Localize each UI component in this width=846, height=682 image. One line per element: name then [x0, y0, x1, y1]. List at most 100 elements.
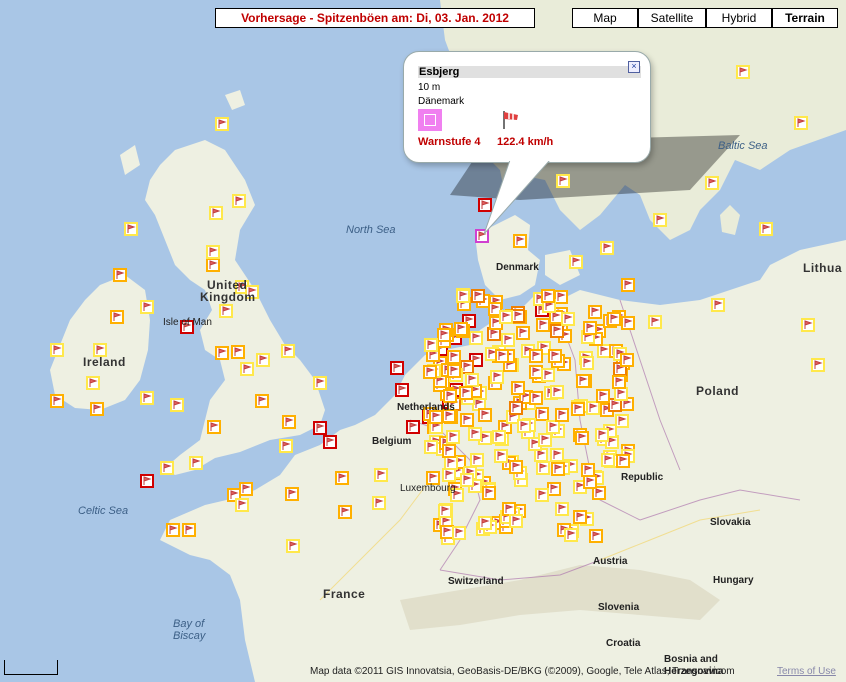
map-type-hybrid-button[interactable]: Hybrid — [706, 8, 772, 28]
station-marker[interactable] — [569, 255, 583, 269]
station-marker[interactable] — [653, 213, 667, 227]
station-marker[interactable] — [338, 505, 352, 519]
station-marker[interactable] — [571, 402, 585, 416]
station-marker[interactable] — [86, 376, 100, 390]
station-marker[interactable] — [494, 449, 508, 463]
station-marker[interactable] — [620, 353, 634, 367]
station-marker[interactable] — [478, 408, 492, 422]
station-marker[interactable] — [621, 278, 635, 292]
station-marker[interactable] — [589, 529, 603, 543]
station-marker[interactable] — [282, 415, 296, 429]
map-type-terrain-button[interactable]: Terrain — [772, 8, 838, 28]
station-marker[interactable] — [281, 344, 295, 358]
station-marker[interactable] — [215, 346, 229, 360]
station-marker[interactable] — [395, 383, 409, 397]
station-marker[interactable] — [711, 298, 725, 312]
station-marker[interactable] — [614, 387, 628, 401]
station-marker[interactable] — [759, 222, 773, 236]
station-marker[interactable] — [468, 427, 482, 441]
station-marker[interactable] — [581, 463, 595, 477]
station-marker[interactable] — [374, 468, 388, 482]
station-marker[interactable] — [465, 373, 479, 387]
station-marker[interactable] — [442, 444, 456, 458]
station-marker[interactable] — [595, 428, 609, 442]
station-marker[interactable] — [575, 431, 589, 445]
station-marker[interactable] — [423, 365, 437, 379]
station-marker[interactable] — [586, 401, 600, 415]
station-marker[interactable] — [456, 289, 470, 303]
station-marker[interactable] — [452, 526, 466, 540]
station-marker[interactable] — [390, 361, 404, 375]
station-marker[interactable] — [478, 516, 492, 530]
station-marker[interactable] — [576, 374, 590, 388]
station-marker[interactable] — [516, 326, 530, 340]
station-marker[interactable] — [501, 333, 515, 347]
station-marker[interactable] — [446, 430, 460, 444]
station-marker[interactable] — [447, 350, 461, 364]
station-marker[interactable] — [547, 482, 561, 496]
station-marker[interactable] — [286, 539, 300, 553]
station-marker[interactable] — [424, 338, 438, 352]
station-marker[interactable] — [285, 487, 299, 501]
station-marker[interactable] — [50, 394, 64, 408]
station-marker[interactable] — [235, 498, 249, 512]
station-marker[interactable] — [538, 433, 552, 447]
station-marker[interactable] — [469, 331, 483, 345]
station-marker[interactable] — [140, 300, 154, 314]
station-marker[interactable] — [541, 368, 555, 382]
station-marker[interactable] — [166, 523, 180, 537]
station-marker[interactable] — [124, 222, 138, 236]
station-marker[interactable] — [535, 407, 549, 421]
station-marker[interactable] — [596, 389, 610, 403]
station-marker[interactable] — [495, 349, 509, 363]
station-marker[interactable] — [490, 370, 504, 384]
station-marker[interactable] — [443, 389, 457, 403]
station-marker[interactable] — [509, 401, 523, 415]
station-marker[interactable] — [555, 408, 569, 422]
station-marker[interactable] — [551, 462, 565, 476]
station-marker[interactable] — [583, 321, 597, 335]
station-marker[interactable] — [215, 117, 229, 131]
station-marker[interactable] — [616, 454, 630, 468]
station-marker[interactable] — [189, 456, 203, 470]
station-marker[interactable] — [313, 376, 327, 390]
station-marker[interactable] — [529, 391, 543, 405]
station-marker[interactable] — [206, 245, 220, 259]
station-marker[interactable] — [232, 194, 246, 208]
station-marker[interactable] — [482, 486, 496, 500]
station-marker[interactable] — [588, 305, 602, 319]
station-marker[interactable] — [440, 525, 454, 539]
station-marker[interactable] — [140, 474, 154, 488]
station-marker[interactable] — [231, 345, 245, 359]
station-marker[interactable] — [437, 328, 451, 342]
station-marker[interactable] — [240, 362, 254, 376]
station-marker[interactable] — [801, 318, 815, 332]
station-marker[interactable] — [323, 435, 337, 449]
station-marker[interactable] — [182, 523, 196, 537]
station-marker[interactable] — [550, 385, 564, 399]
station-marker[interactable] — [471, 289, 485, 303]
station-marker[interactable] — [207, 420, 221, 434]
station-marker[interactable] — [536, 318, 550, 332]
map-type-satellite-button[interactable]: Satellite — [638, 8, 706, 28]
station-marker[interactable] — [372, 496, 386, 510]
station-marker[interactable] — [206, 258, 220, 272]
station-marker[interactable] — [612, 375, 626, 389]
station-marker[interactable] — [239, 482, 253, 496]
station-marker[interactable] — [492, 430, 506, 444]
station-marker[interactable] — [621, 316, 635, 330]
station-marker[interactable] — [536, 461, 550, 475]
map-type-map-button[interactable]: Map — [572, 8, 638, 28]
station-marker[interactable] — [541, 289, 555, 303]
station-marker[interactable] — [607, 312, 621, 326]
station-marker[interactable] — [219, 304, 233, 318]
station-marker[interactable] — [597, 344, 611, 358]
station-marker[interactable] — [502, 502, 516, 516]
station-marker[interactable] — [50, 343, 64, 357]
terms-of-use-link[interactable]: Terms of Use — [777, 666, 836, 677]
station-marker[interactable] — [511, 381, 525, 395]
station-marker[interactable] — [442, 468, 456, 482]
station-marker[interactable] — [454, 322, 468, 336]
station-marker[interactable] — [529, 365, 543, 379]
station-marker[interactable] — [460, 413, 474, 427]
